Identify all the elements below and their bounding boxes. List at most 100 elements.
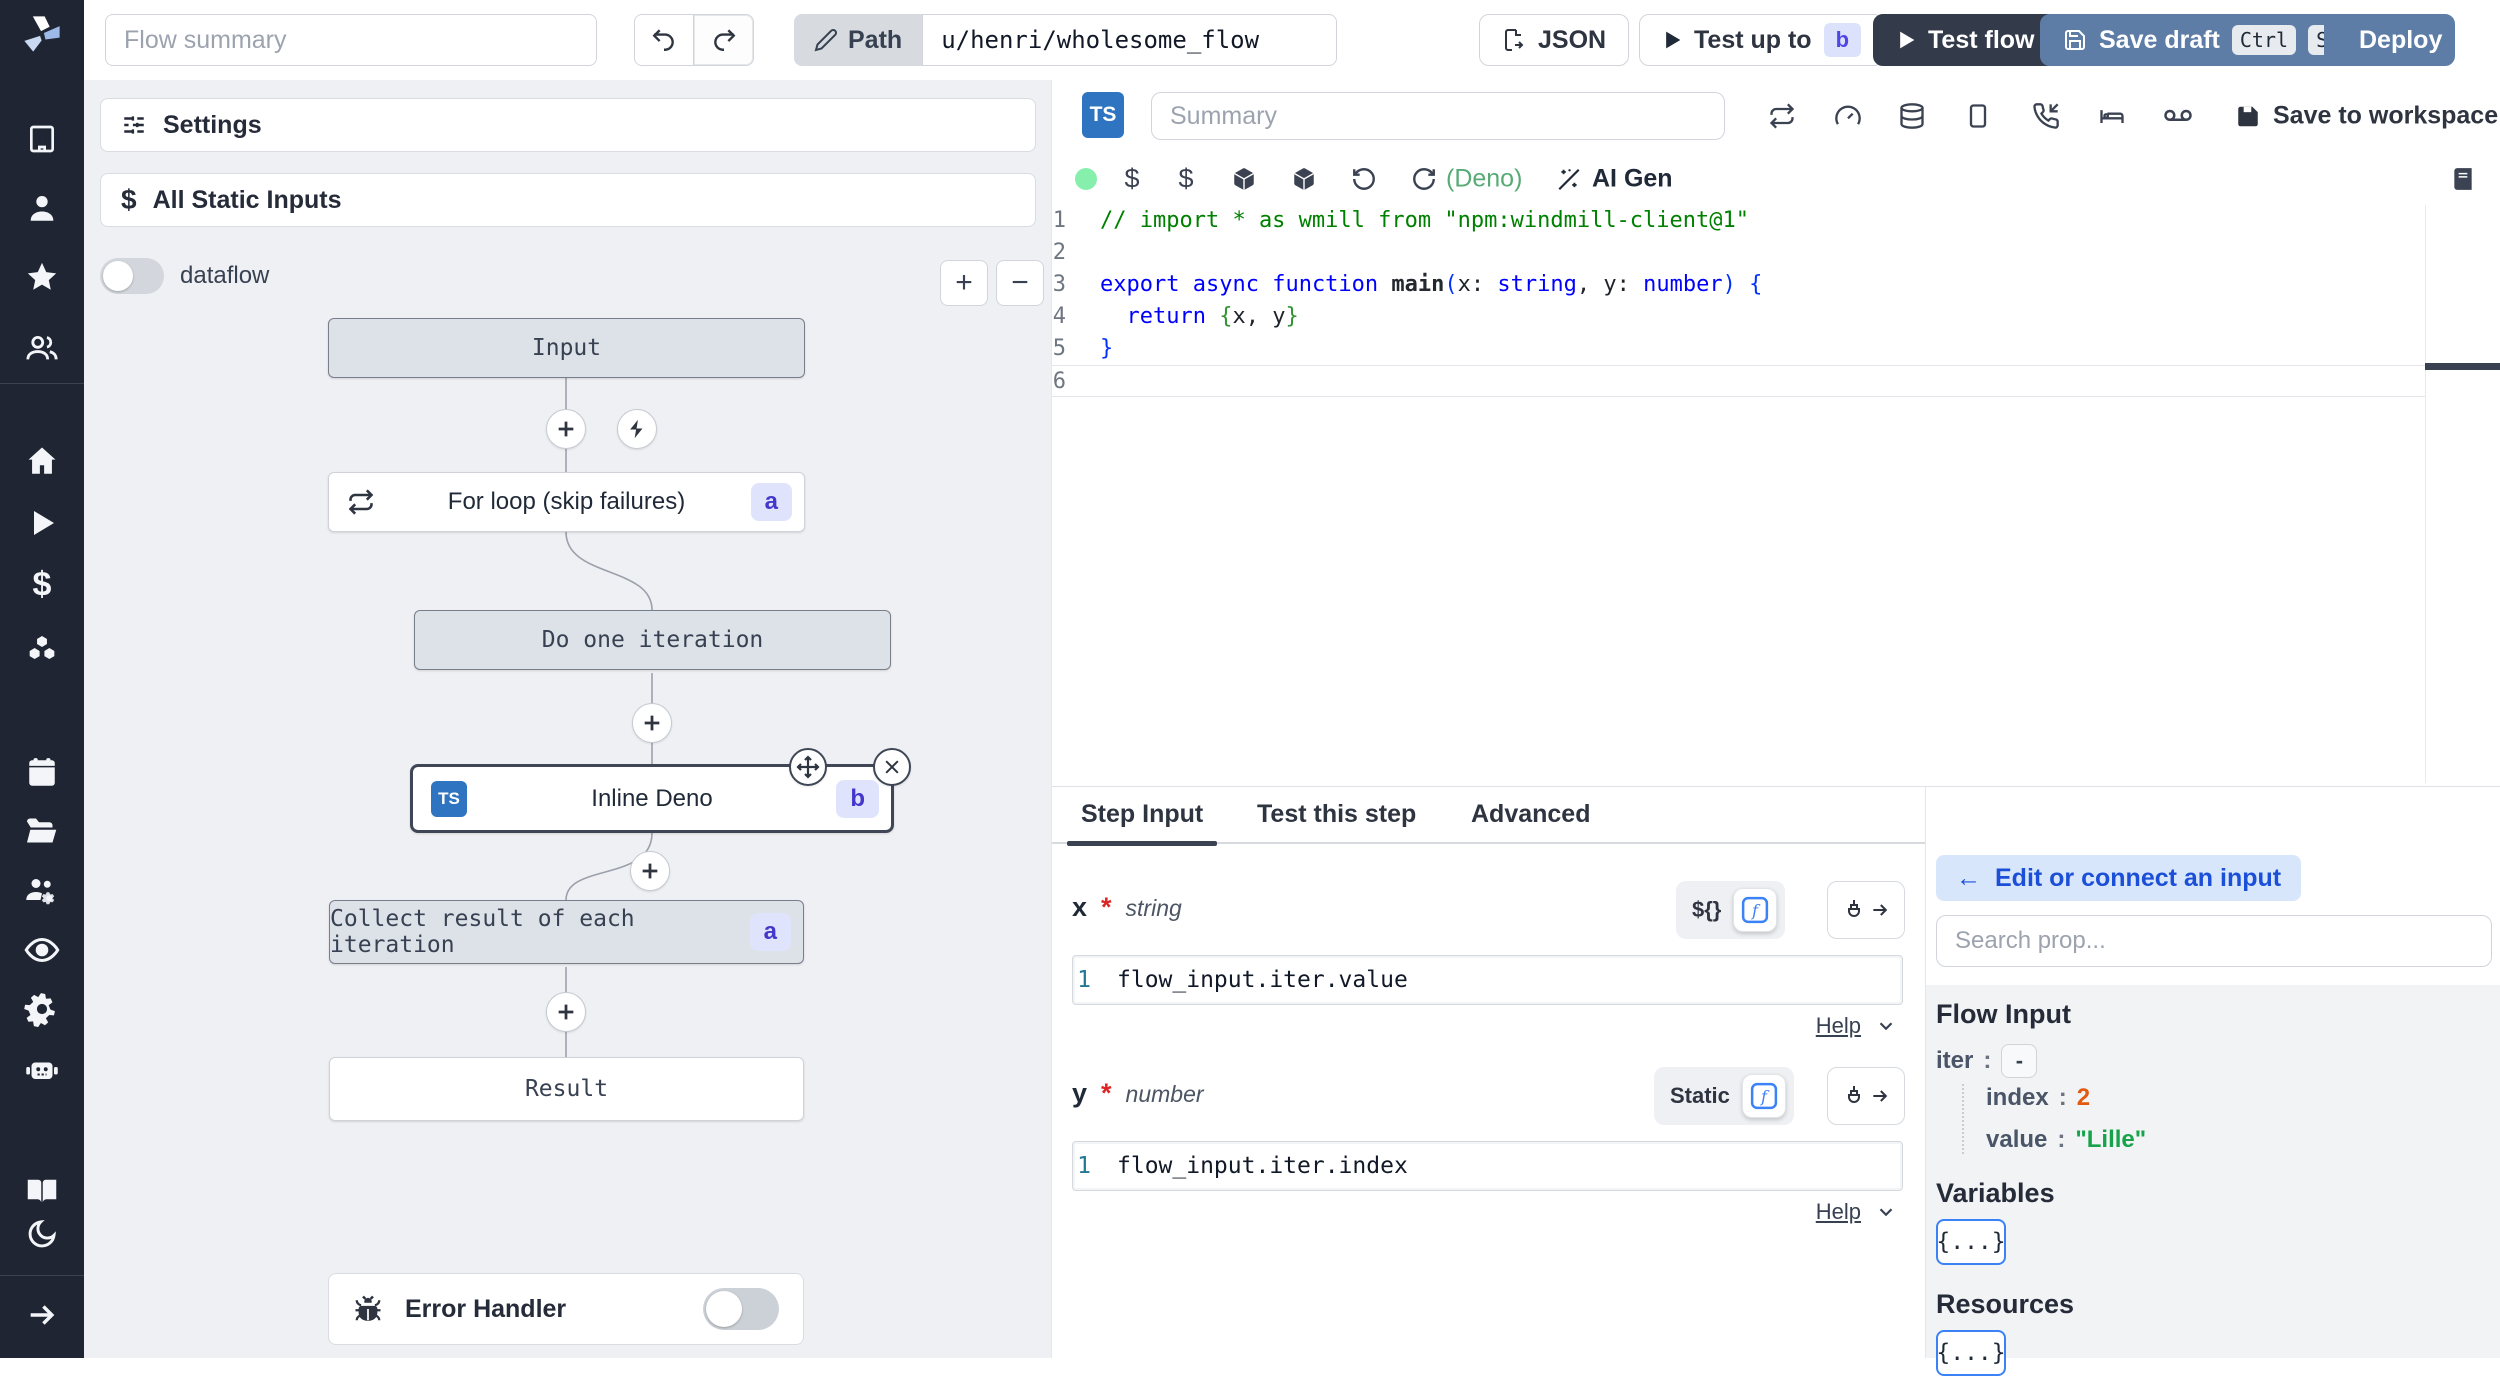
dataflow-toggle[interactable]: [100, 258, 164, 294]
search-prop-input[interactable]: [1936, 915, 2492, 967]
flow-node-for-loop[interactable]: For loop (skip failures) a: [328, 472, 805, 532]
ai-gen-button[interactable]: AI Gen: [1556, 165, 1673, 194]
step-summary-input[interactable]: [1151, 92, 1725, 140]
field-x-expression[interactable]: 1 flow_input.iter.value: [1072, 955, 1903, 1005]
users-gear-icon[interactable]: [24, 873, 60, 909]
code-editor[interactable]: 1// import * as wmill from "npm:windmill…: [1052, 205, 2425, 783]
deploy-button[interactable]: Deploy: [2324, 14, 2455, 66]
tab-test-this-step[interactable]: Test this step: [1257, 787, 1416, 842]
code-line[interactable]: 1// import * as wmill from "npm:windmill…: [1052, 205, 2425, 237]
tree-row-index[interactable]: index: 2: [1986, 1084, 2500, 1112]
package-icon[interactable]: [1291, 166, 1317, 192]
settings-gear-icon[interactable]: [24, 991, 60, 1027]
user-icon[interactable]: [25, 191, 59, 225]
repeat-icon[interactable]: [1768, 102, 1796, 130]
sliders-icon: [124, 116, 144, 134]
eye-icon[interactable]: [24, 932, 60, 968]
flow-node-do-one-iteration[interactable]: Do one iteration: [414, 610, 891, 670]
tab-step-input[interactable]: Step Input: [1066, 787, 1218, 846]
all-static-inputs-button[interactable]: $ All Static Inputs: [100, 173, 1036, 227]
error-handler-row: Error Handler: [328, 1273, 804, 1345]
users-icon[interactable]: [25, 331, 59, 365]
delete-step-button[interactable]: [873, 748, 911, 786]
path-button[interactable]: Path: [794, 14, 923, 66]
flow-settings-button[interactable]: Settings: [100, 98, 1036, 152]
step-badge: a: [749, 913, 791, 951]
zoom-in-button[interactable]: +: [940, 260, 988, 306]
gauge-icon[interactable]: [1834, 102, 1862, 130]
field-x-help[interactable]: Help: [1816, 1013, 1897, 1039]
save-to-workspace-button[interactable]: Save to workspace: [2235, 102, 2498, 131]
variables-expand-button[interactable]: {...}: [1936, 1219, 2006, 1265]
flow-node-collect-result[interactable]: Collect result of each iteration a: [329, 900, 804, 964]
field-x-connect-button[interactable]: [1827, 881, 1905, 939]
add-step-button[interactable]: [546, 992, 586, 1032]
field-y-connect-button[interactable]: [1827, 1067, 1905, 1125]
refresh-cw-icon[interactable]: [1411, 166, 1437, 192]
calendar-icon[interactable]: [25, 756, 59, 790]
undo-button[interactable]: [634, 14, 694, 66]
variable-dollar-icon[interactable]: $: [1124, 164, 1139, 195]
tab-advanced[interactable]: Advanced: [1471, 787, 1590, 842]
arrow-right-icon[interactable]: [25, 1298, 59, 1332]
code-line[interactable]: 3 export async function main(x: string, y…: [1052, 269, 2425, 301]
zoom-out-button[interactable]: −: [996, 260, 1044, 306]
resources-expand-button[interactable]: {...}: [1936, 1330, 2006, 1376]
save-draft-button[interactable]: Save draft Ctrl S: [2040, 14, 2360, 66]
add-step-button[interactable]: [546, 409, 586, 449]
resource-dollar-icon[interactable]: $: [1178, 164, 1193, 195]
field-y-help[interactable]: Help: [1816, 1199, 1897, 1225]
database-icon[interactable]: [1898, 102, 1926, 130]
package-icon[interactable]: [1231, 166, 1257, 192]
bed-icon[interactable]: [2098, 102, 2126, 130]
library-book-icon[interactable]: [2450, 166, 2476, 192]
prop-explorer: Flow Input iter: - index: 2 value: "Lill…: [1926, 985, 2500, 1376]
javascript-expr-button[interactable]: f: [1741, 1074, 1786, 1118]
field-y-label: y * number: [1072, 1078, 1204, 1108]
field-y-expression[interactable]: 1 flow_input.iter.index: [1072, 1141, 1903, 1191]
move-step-button[interactable]: [789, 748, 827, 786]
scrollbar-thumb[interactable]: [2425, 363, 2500, 370]
add-step-button[interactable]: [630, 851, 670, 891]
json-button[interactable]: JSON: [1479, 14, 1630, 66]
flow-node-input[interactable]: Input: [328, 318, 805, 378]
javascript-expr-button[interactable]: f: [1733, 888, 1778, 932]
voicemail-icon[interactable]: [2163, 101, 2193, 131]
phone-incoming-icon[interactable]: [2032, 102, 2060, 130]
star-icon[interactable]: [25, 260, 59, 294]
book-open-icon[interactable]: [24, 1173, 60, 1209]
dataflow-row: dataflow: [100, 258, 269, 294]
edit-or-connect-button[interactable]: ← Edit or connect an input: [1936, 855, 2302, 901]
test-up-to-button[interactable]: Test up to b: [1639, 14, 1885, 66]
code-line[interactable]: 6: [1052, 365, 2425, 397]
tree-row-iter[interactable]: iter: -: [1936, 1044, 2500, 1078]
code-line[interactable]: 4 return {x, y}: [1052, 301, 2425, 333]
flow-summary-input[interactable]: [105, 14, 597, 66]
add-step-button[interactable]: [632, 703, 672, 743]
moon-icon[interactable]: [26, 1218, 58, 1250]
code-line[interactable]: 2: [1052, 237, 2425, 269]
add-trigger-button[interactable]: [617, 409, 657, 449]
folder-open-icon[interactable]: [24, 814, 60, 850]
runtime-label[interactable]: (Deno): [1446, 165, 1522, 194]
dollar-icon[interactable]: $: [33, 566, 52, 605]
path-input[interactable]: [922, 14, 1338, 66]
error-handler-toggle[interactable]: [703, 1288, 779, 1330]
building-icon[interactable]: [26, 123, 58, 155]
blocks-icon[interactable]: [25, 632, 59, 666]
play-icon[interactable]: [26, 507, 58, 539]
close-icon: [885, 760, 899, 774]
function-icon: f: [1742, 896, 1769, 924]
rotate-ccw-icon[interactable]: [1351, 166, 1377, 192]
code-line[interactable]: 5}: [1052, 333, 2425, 365]
flow-node-result[interactable]: Result: [329, 1057, 804, 1121]
test-flow-button[interactable]: Test flow: [1873, 14, 2058, 66]
mobile-icon[interactable]: [1964, 102, 1992, 130]
robot-icon[interactable]: [24, 1052, 60, 1088]
field-x-mode-toggle: ${} f: [1676, 881, 1786, 939]
home-icon[interactable]: [25, 444, 59, 478]
collapse-button[interactable]: -: [2001, 1044, 2038, 1078]
windmill-logo[interactable]: [19, 11, 65, 57]
tree-row-value[interactable]: value: "Lille": [1986, 1126, 2500, 1154]
redo-button[interactable]: [694, 14, 754, 66]
